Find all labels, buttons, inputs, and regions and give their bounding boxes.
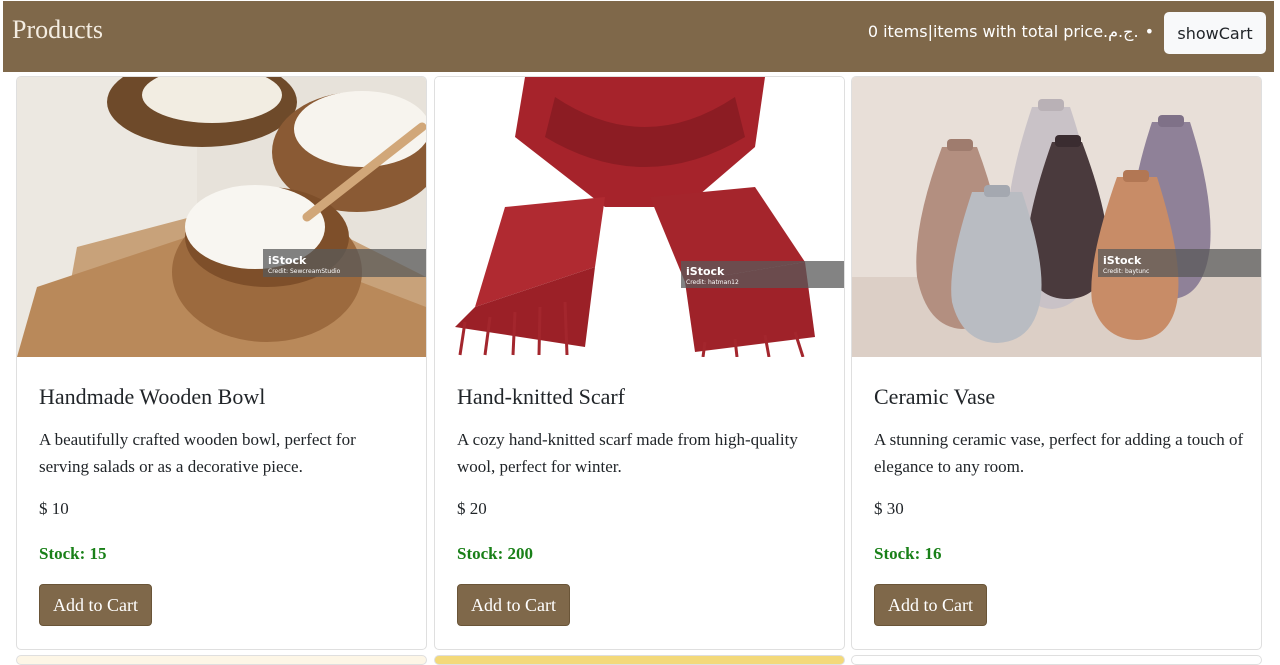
product-title: Handmade Wooden Bowl	[39, 384, 266, 409]
product-price: $ 30	[874, 499, 904, 518]
istock-watermark: iStock	[686, 265, 725, 278]
navbar: Products 0 items|items with total price.…	[3, 1, 1274, 72]
product-stock: Stock: 16	[874, 544, 942, 563]
product-title: Ceramic Vase	[874, 384, 996, 409]
cart-summary-bullet: •	[1144, 22, 1154, 41]
product-title: Hand-knitted Scarf	[457, 384, 625, 409]
product-card-partial	[434, 655, 845, 665]
image-credit: Credit: hatman12	[686, 279, 739, 286]
product-price: $ 20	[457, 499, 487, 518]
add-to-cart-button[interactable]: Add to Cart	[874, 584, 987, 626]
product-card: iStock Credit: baytunc Ceramic Vase A st…	[851, 76, 1262, 650]
cart-summary: 0 items|items with total price.ج.م. •	[868, 22, 1154, 41]
product-card: iStock Credit: hatman12 Hand-knitted Sca…	[434, 76, 845, 650]
product-description: A beautifully crafted wooden bowl, perfe…	[39, 430, 356, 476]
add-to-cart-button[interactable]: Add to Cart	[39, 584, 152, 626]
product-stock: Stock: 200	[457, 544, 534, 563]
product-card-partial	[16, 655, 427, 665]
cart-summary-text: 0 items|items with total price.ج.م.	[867, 22, 1139, 41]
product-card: iStock Credit: SewcreamStudio Handmade W…	[16, 76, 427, 650]
show-cart-button[interactable]: showCart	[1164, 12, 1266, 54]
product-description: A cozy hand-knitted scarf made from high…	[457, 430, 798, 476]
image-credit: Credit: SewcreamStudio	[268, 268, 341, 275]
istock-watermark: iStock	[268, 254, 307, 267]
product-description: A stunning ceramic vase, perfect for add…	[874, 430, 1244, 476]
ceramic-vases-image: iStock Credit: baytunc	[852, 77, 1261, 357]
wooden-bowl-image: iStock Credit: SewcreamStudio	[17, 77, 426, 357]
image-credit: Credit: baytunc	[1103, 268, 1149, 275]
brand-title[interactable]: Products	[12, 15, 103, 45]
product-price: $ 10	[39, 499, 69, 518]
add-to-cart-button[interactable]: Add to Cart	[457, 584, 570, 626]
istock-watermark: iStock	[1103, 254, 1142, 267]
product-card-partial	[851, 655, 1262, 665]
red-scarf-image: iStock Credit: hatman12	[435, 77, 844, 357]
product-stock: Stock: 15	[39, 544, 107, 563]
